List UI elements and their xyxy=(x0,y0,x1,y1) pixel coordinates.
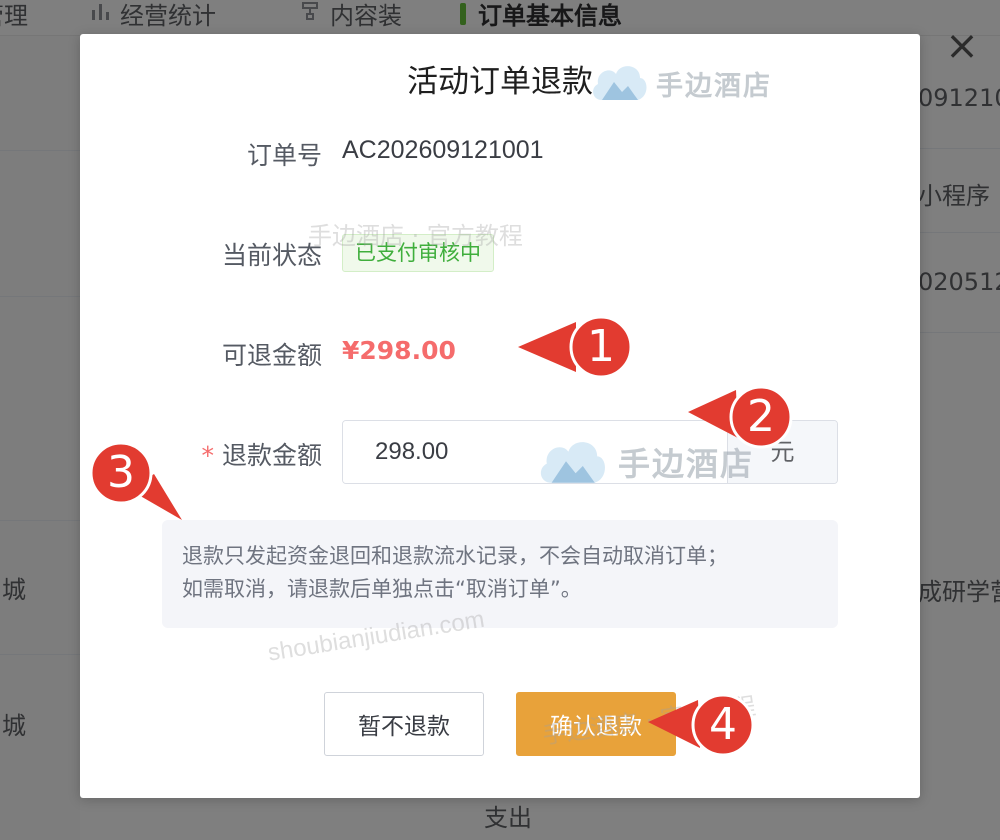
required-mark: * xyxy=(201,441,214,470)
refund-tip-box: 退款只发起资金退回和退款流水记录，不会自动取消订单； 如需取消，请退款后单独点击… xyxy=(162,520,838,628)
cloud-logo-icon xyxy=(588,56,650,110)
annotation-marker-3: 3 xyxy=(88,440,182,520)
brand-watermark: 手边酒店 xyxy=(532,430,754,494)
annotation-marker-2: 2 xyxy=(688,384,794,450)
marker-number: 2 xyxy=(747,391,775,442)
brand-watermark-text: 手边酒店 xyxy=(656,70,772,102)
marker-number: 4 xyxy=(709,699,737,750)
marker-number: 3 xyxy=(107,447,135,498)
tutorial-watermark: 手边酒店 · 官方教程 xyxy=(308,222,523,250)
order-no-label: 订单号 xyxy=(246,141,322,170)
order-no-value: AC202609121001 xyxy=(342,136,544,164)
tip-line: 退款只发起资金退回和退款流水记录，不会自动取消订单； xyxy=(182,544,728,568)
dialog-title: 活动订单退款 xyxy=(407,64,593,100)
annotation-marker-4: 4 xyxy=(648,692,756,758)
refund-dialog: 活动订单退款 订单号 AC202609121001 当前状态 已支付审核中 可退… xyxy=(80,34,920,798)
status-label: 当前状态 xyxy=(221,241,322,270)
cancel-button[interactable]: 暂不退款 xyxy=(324,692,484,756)
tip-line: 如需取消，请退款后单独点击“取消订单”。 xyxy=(182,577,582,601)
marker-number: 1 xyxy=(587,321,615,372)
close-icon[interactable]: × xyxy=(944,26,980,66)
refundable-label: 可退金额 xyxy=(221,341,322,370)
refundable-amount: ¥298.00 xyxy=(342,336,456,365)
refund-amount-label-text: 退款金额 xyxy=(221,441,322,470)
annotation-marker-1: 1 xyxy=(518,314,634,380)
brand-watermark: 手边酒店 xyxy=(588,56,772,110)
cloud-logo-icon xyxy=(532,430,612,494)
